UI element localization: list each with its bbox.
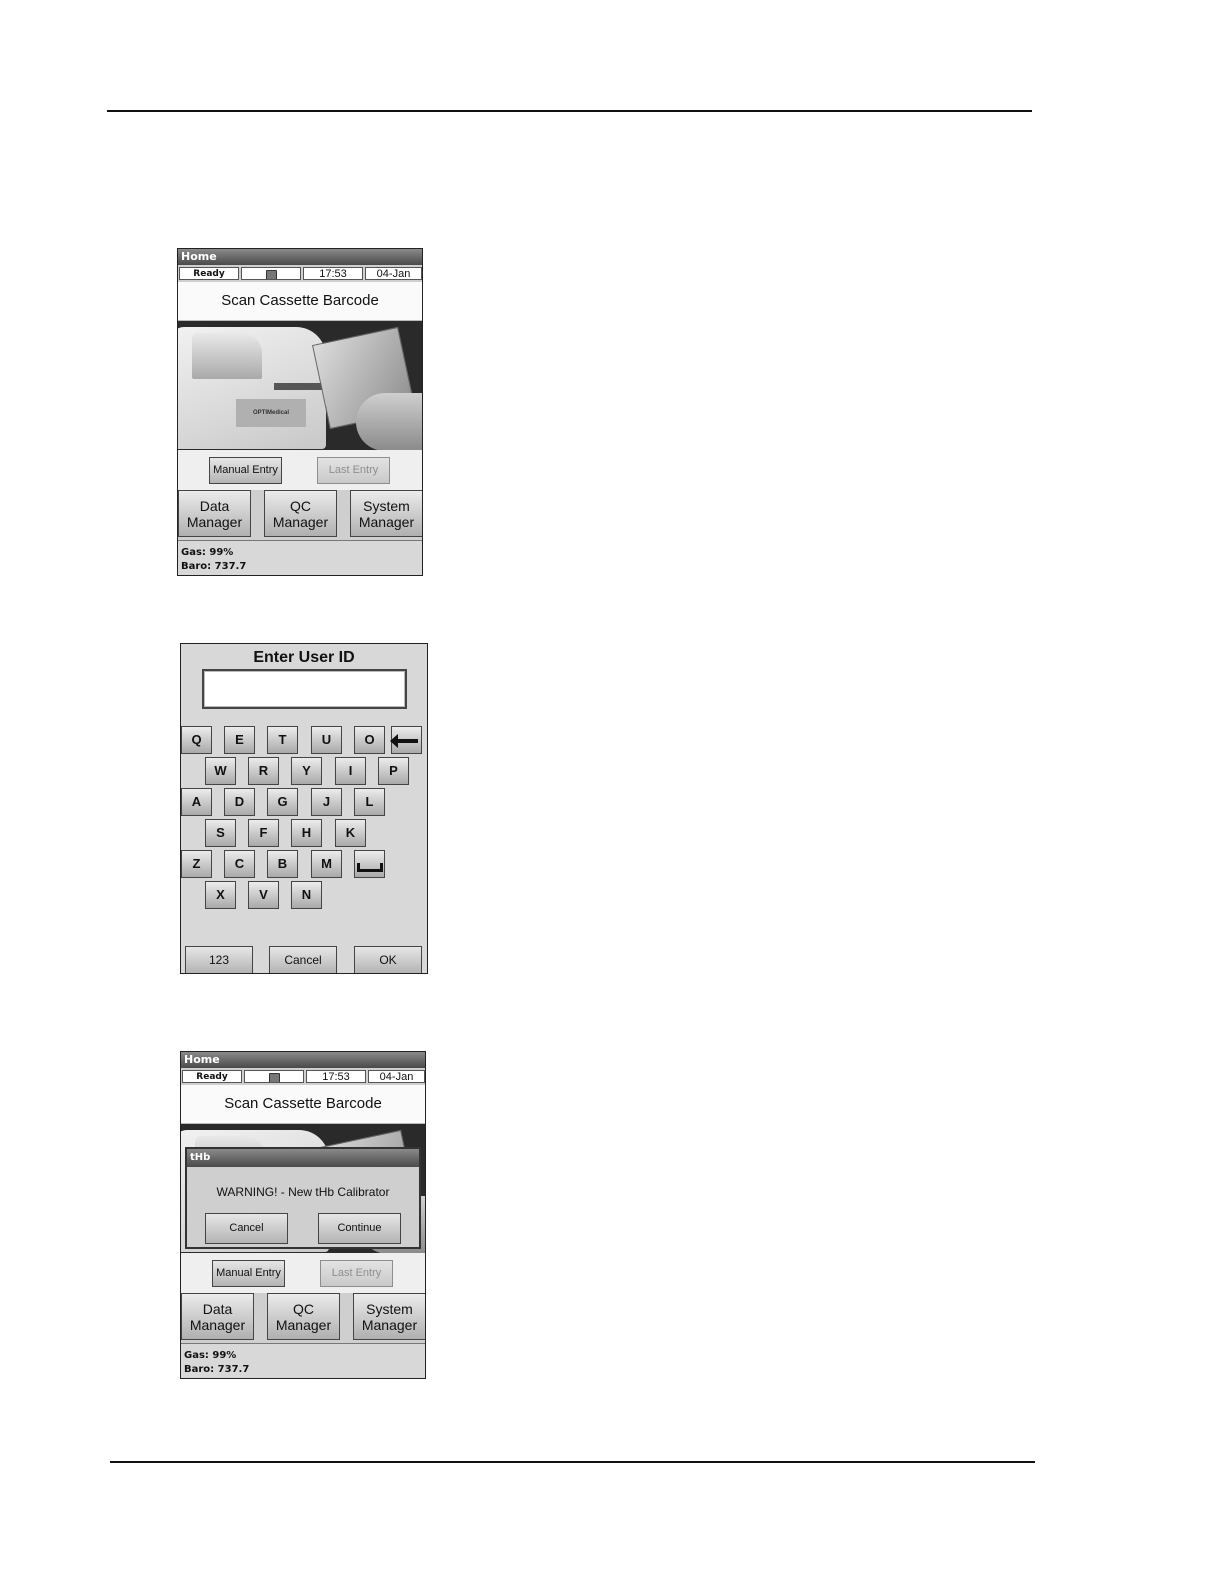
key[interactable]: X	[205, 881, 236, 909]
status-date: 04-Jan	[365, 267, 422, 280]
button-label: Manager	[186, 514, 243, 530]
status-ready: Ready	[182, 1070, 242, 1083]
key[interactable]: T	[267, 726, 298, 754]
key[interactable]: B	[267, 850, 298, 878]
last-entry-button[interactable]: Last Entry	[320, 1260, 393, 1287]
main-menu: Data Manager QC Manager System Manager	[178, 490, 422, 541]
gas-level: Gas: 99%	[181, 547, 234, 558]
key[interactable]: P	[378, 757, 409, 785]
usb-drive-icon	[241, 267, 301, 280]
data-manager-button[interactable]: Data Manager	[178, 490, 251, 537]
key[interactable]: Q	[181, 726, 212, 754]
keyboard-title: Enter User ID	[253, 649, 355, 666]
key[interactable]: U	[311, 726, 342, 754]
brand-label: OPTIMedical	[236, 399, 306, 427]
key[interactable]: O	[354, 726, 385, 754]
warning-dialog: tHb WARNING! - New tHb Calibrator Cancel…	[185, 1147, 421, 1249]
status-time: 17:53	[303, 267, 363, 280]
status-time: 17:53	[306, 1070, 366, 1083]
space-icon	[356, 863, 383, 873]
gas-level: Gas: 99%	[184, 1350, 237, 1361]
home-screen-1: Home Ready 17:53 04-Jan Scan Cassette Ba…	[177, 248, 423, 576]
scan-prompt: Scan Cassette Barcode	[178, 282, 422, 321]
user-id-input[interactable]	[202, 669, 407, 709]
status-bar: Ready 17:53 04-Jan	[178, 265, 422, 282]
warning-message: WARNING! - New tHb Calibrator	[216, 1185, 390, 1199]
qc-manager-button[interactable]: QC Manager	[264, 490, 337, 537]
last-entry-button[interactable]: Last Entry	[317, 457, 390, 484]
button-label: Manager	[358, 514, 415, 530]
key[interactable]: F	[248, 819, 279, 847]
header-rule	[107, 110, 1032, 112]
key[interactable]: I	[335, 757, 366, 785]
manual-entry-button[interactable]: Manual Entry	[209, 457, 282, 484]
key[interactable]: W	[205, 757, 236, 785]
key[interactable]: Y	[291, 757, 322, 785]
key[interactable]: G	[267, 788, 298, 816]
key[interactable]: N	[291, 881, 322, 909]
key[interactable]: M	[311, 850, 342, 878]
usb-drive-icon	[244, 1070, 304, 1083]
status-ready: Ready	[179, 267, 239, 280]
data-manager-button[interactable]: Data Manager	[181, 1293, 254, 1340]
button-label: QC	[293, 1301, 314, 1317]
key[interactable]: E	[224, 726, 255, 754]
key[interactable]: K	[335, 819, 366, 847]
button-label: System	[363, 498, 410, 514]
system-manager-button[interactable]: System Manager	[350, 490, 422, 537]
backspace-arrow-icon	[389, 733, 418, 748]
dialog-continue-button[interactable]: Continue	[318, 1213, 401, 1244]
status-date: 04-Jan	[368, 1070, 425, 1083]
key[interactable]: D	[224, 788, 255, 816]
entry-row: Manual Entry Last Entry	[178, 450, 422, 490]
window-title: Home	[178, 249, 422, 265]
scan-prompt: Scan Cassette Barcode	[181, 1085, 425, 1124]
key[interactable]: R	[248, 757, 279, 785]
button-label: Manager	[275, 1317, 332, 1333]
key[interactable]: C	[224, 850, 255, 878]
key[interactable]: L	[354, 788, 385, 816]
button-label: Data	[202, 1301, 233, 1317]
key[interactable]: V	[248, 881, 279, 909]
button-label: Manager	[361, 1317, 418, 1333]
status-bar: Ready 17:53 04-Jan	[181, 1068, 425, 1085]
button-label: Manager	[272, 514, 329, 530]
analyzer-photo: OPTIMedical	[178, 321, 422, 450]
button-label: Manager	[189, 1317, 246, 1333]
baro-level: Baro: 737.7	[184, 1364, 250, 1375]
baro-level: Baro: 737.7	[181, 561, 247, 572]
cancel-button[interactable]: Cancel	[269, 946, 337, 973]
key[interactable]: A	[181, 788, 212, 816]
entry-row: Manual Entry Last Entry	[181, 1253, 425, 1293]
key[interactable]: S	[205, 819, 236, 847]
manual-entry-button[interactable]: Manual Entry	[212, 1260, 285, 1287]
user-id-keyboard-screen: Enter User ID Q E T U O W R Y I P A D G …	[180, 643, 428, 974]
backspace-key[interactable]	[389, 726, 422, 754]
main-menu: Data Manager QC Manager System Manager	[181, 1293, 425, 1344]
space-key[interactable]	[354, 850, 385, 878]
home-screen-warning: Home Ready 17:53 04-Jan Scan Cassette Ba…	[180, 1051, 426, 1379]
status-info: Gas: 99% Baro: 737.7	[181, 1344, 425, 1377]
key[interactable]: Z	[181, 850, 212, 878]
status-info: Gas: 99% Baro: 737.7	[178, 541, 422, 574]
numeric-toggle-button[interactable]: 123	[185, 946, 253, 973]
ok-button[interactable]: OK	[354, 946, 422, 973]
footer-rule	[110, 1461, 1035, 1463]
qc-manager-button[interactable]: QC Manager	[267, 1293, 340, 1340]
key[interactable]: H	[291, 819, 322, 847]
window-title: Home	[181, 1052, 425, 1068]
system-manager-button[interactable]: System Manager	[353, 1293, 425, 1340]
dialog-cancel-button[interactable]: Cancel	[205, 1213, 288, 1244]
button-label: System	[366, 1301, 413, 1317]
hand-image	[356, 393, 422, 450]
button-label: QC	[290, 498, 311, 514]
key[interactable]: J	[311, 788, 342, 816]
dialog-title: tHb	[187, 1149, 419, 1167]
button-label: Data	[199, 498, 230, 514]
